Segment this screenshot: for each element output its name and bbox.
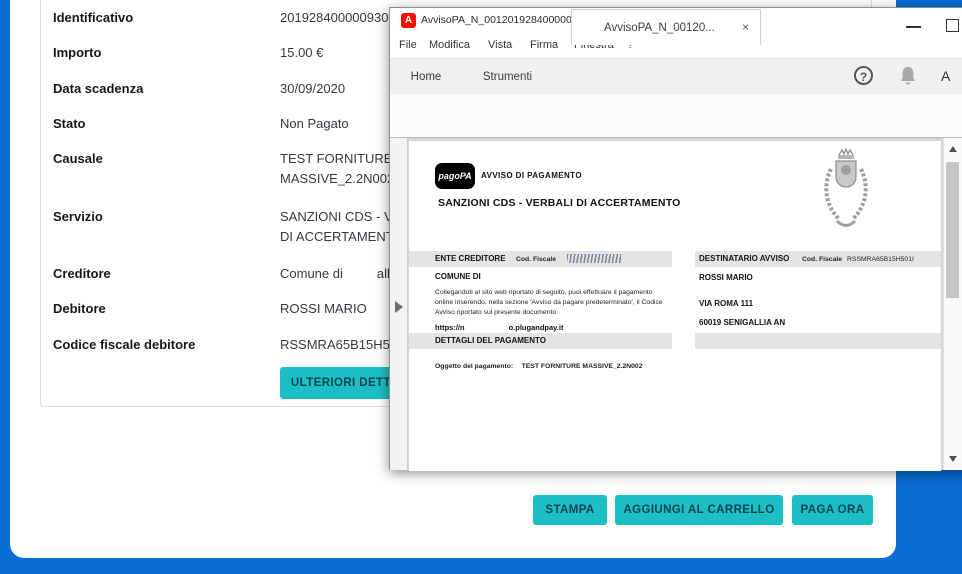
pdf-page: pagoPA AVVISO DI PAGAMENTO SANZIONI CDS … — [409, 141, 941, 471]
payment-url: https://n o.plugandpay.it — [435, 323, 563, 332]
tab-document[interactable]: AvvisoPA_N_00120... × — [571, 9, 761, 45]
value-stato: Non Pagato — [280, 114, 349, 134]
vertical-scrollbar[interactable] — [943, 138, 962, 470]
value-causale-line1: TEST FORNITURE — [280, 149, 392, 169]
destinatario-cf-value: RSSMRA65B15H501I — [847, 256, 914, 263]
bell-icon[interactable] — [898, 65, 918, 87]
redacted-text — [343, 268, 377, 278]
value-causale-line2: MASSIVE_2.2N002 — [280, 169, 394, 189]
label-causale: Causale — [53, 151, 103, 166]
destinatario-header-bar: DESTINATARIO AVVISO Cod. Fiscale RSSMRA6… — [695, 251, 941, 267]
pagopa-logo: pagoPA — [435, 163, 475, 189]
toolbar: 1 / 1 59,3% ••• — [390, 94, 962, 138]
value-data-scadenza: 30/09/2020 — [280, 79, 345, 99]
label-importo: Importo — [53, 45, 101, 60]
label-servizio: Servizio — [53, 209, 103, 224]
stampa-button[interactable]: STAMPA — [533, 495, 607, 525]
tab-close-icon[interactable]: × — [742, 21, 749, 33]
label-debitore: Debitore — [53, 301, 106, 316]
label-codice-fiscale-debitore: Codice fiscale debitore — [53, 337, 195, 352]
aggiungi-al-carrello-button[interactable]: AGGIUNGI AL CARRELLO — [615, 495, 783, 525]
oggetto-row: Oggetto del pagamento: TEST FORNITURE MA… — [435, 355, 643, 373]
oggetto-value: TEST FORNITURE MASSIVE_2.2N002 — [522, 363, 643, 370]
menu-file[interactable]: File — [399, 39, 417, 51]
acrobat-app-icon: A — [401, 13, 416, 28]
maximize-button[interactable] — [946, 19, 959, 32]
ente-cf-label: Cod. Fiscale — [516, 256, 556, 263]
menu-modifica[interactable]: Modifica — [429, 39, 470, 51]
screen: { "page": { "detail_rows": [ { "label": … — [0, 0, 962, 574]
menu-vista[interactable]: Vista — [488, 39, 512, 51]
label-identificativo: Identificativo — [53, 10, 133, 25]
navigation-pane-strip — [390, 138, 408, 470]
ente-creditore-label: ENTE CREDITORE — [435, 254, 506, 263]
destinatario-address: VIA ROMA 111 — [699, 299, 753, 308]
minimize-button[interactable] — [906, 26, 921, 28]
comune-di-label: COMUNE DI — [435, 272, 481, 281]
oggetto-label: Oggetto del pagamento: — [435, 363, 513, 370]
value-importo: 15.00 € — [280, 43, 323, 63]
ente-creditore-header-bar: ENTE CREDITORE Cod. Fiscale — [409, 251, 672, 267]
tab-strumenti[interactable]: Strumenti — [465, 59, 550, 95]
scrollbar-thumb[interactable] — [946, 162, 959, 298]
municipal-coat-of-arms — [819, 147, 873, 233]
help-icon[interactable]: ? — [854, 66, 873, 85]
scroll-up-icon[interactable] — [949, 146, 957, 152]
paga-ora-button[interactable]: PAGA ORA — [792, 495, 873, 525]
dettagli-pagamento-label: DETTAGLI DEL PAGAMENTO — [435, 336, 546, 345]
pdf-service-title: SANZIONI CDS - VERBALI DI ACCERTAMENTO — [438, 197, 681, 209]
destinatario-name: ROSSI MARIO — [699, 273, 753, 282]
scroll-down-icon[interactable] — [949, 456, 957, 462]
payment-info-paragraph: Collegandoti al sito web riportato di se… — [435, 288, 671, 319]
destinatario-avviso-label: DESTINATARIO AVVISO — [699, 254, 789, 263]
label-creditore: Creditore — [53, 266, 111, 281]
value-servizio-line2: DI ACCERTAMENTO — [280, 227, 404, 247]
value-creditore: Comune di all — [280, 264, 390, 284]
account-label[interactable]: A — [941, 68, 950, 84]
destinatario-city: 60019 SENIGALLIA AN — [699, 318, 785, 327]
payment-url-suffix: o.plugandpay.it — [509, 323, 564, 332]
tab-bar: Home Strumenti — [390, 58, 962, 94]
tab-document-label: AvvisoPA_N_00120... — [604, 22, 715, 34]
value-identificativo: 201928400000930 — [280, 8, 388, 28]
label-stato: Stato — [53, 116, 86, 131]
value-debitore: ROSSI MARIO — [280, 299, 367, 319]
expand-pane-icon[interactable] — [395, 301, 403, 313]
creditore-prefix: Comune di — [280, 266, 343, 281]
dettagli-header-bar: DETTAGLI DEL PAGAMENTO — [409, 333, 672, 349]
payment-url-prefix: https://n — [435, 323, 465, 332]
label-data-scadenza: Data scadenza — [53, 81, 143, 96]
tab-home[interactable]: Home — [398, 59, 454, 95]
redacted-cod-fiscale — [567, 254, 621, 263]
dettagli-header-bar-right — [695, 333, 941, 349]
document-area: pagoPA AVVISO DI PAGAMENTO SANZIONI CDS … — [390, 138, 962, 470]
avviso-di-pagamento-label: AVVISO DI PAGAMENTO — [481, 171, 582, 180]
menu-firma[interactable]: Firma — [530, 39, 558, 51]
acrobat-window: A AvvisoPA_N_001201928400000930.pdf - Ad… — [389, 7, 962, 470]
destinatario-cf-label: Cod. Fiscale — [802, 256, 842, 263]
creditore-suffix: all — [377, 266, 390, 281]
